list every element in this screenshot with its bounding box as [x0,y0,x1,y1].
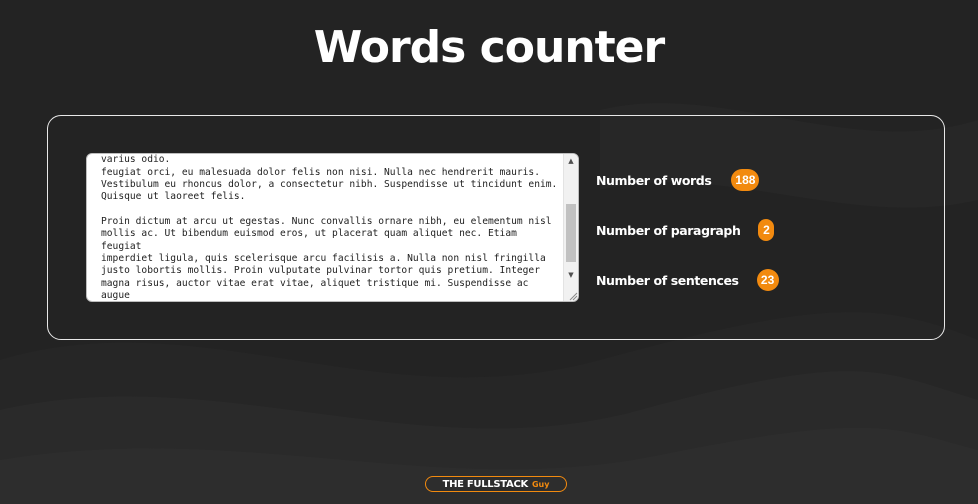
brand-logo[interactable]: THE FULLSTACK Guy [425,476,567,492]
counter-card: Curabitur vel volutpat lectus. Nunc et d… [47,115,945,340]
stat-sentences-badge: 23 [756,269,779,291]
stat-sentences: Number of sentences 23 [596,268,779,292]
text-input-area[interactable]: Curabitur vel volutpat lectus. Nunc et d… [86,153,579,302]
stat-words-badge: 188 [731,169,760,191]
text-input-content[interactable]: Curabitur vel volutpat lectus. Nunc et d… [87,154,563,301]
stat-paragraphs-badge: 2 [758,219,775,241]
triangle-up-icon[interactable]: ▲ [564,154,578,168]
triangle-down-icon[interactable]: ▼ [564,268,578,282]
resize-grip-icon[interactable] [568,291,578,301]
brand-suffix: Guy [531,479,550,489]
page-title: Words counter [313,22,665,73]
stat-words-label: Number of words [596,172,712,188]
stat-paragraphs-label: Number of paragraph [596,222,741,238]
stat-words: Number of words 188 [596,168,760,192]
brand-name: THE FULLSTACK [442,478,529,490]
stat-sentences-label: Number of sentences [596,272,739,288]
scrollbar-thumb[interactable] [566,204,576,262]
stat-paragraphs: Number of paragraph 2 [596,218,775,242]
textarea-scrollbar[interactable]: ▲ ▼ [563,154,578,301]
